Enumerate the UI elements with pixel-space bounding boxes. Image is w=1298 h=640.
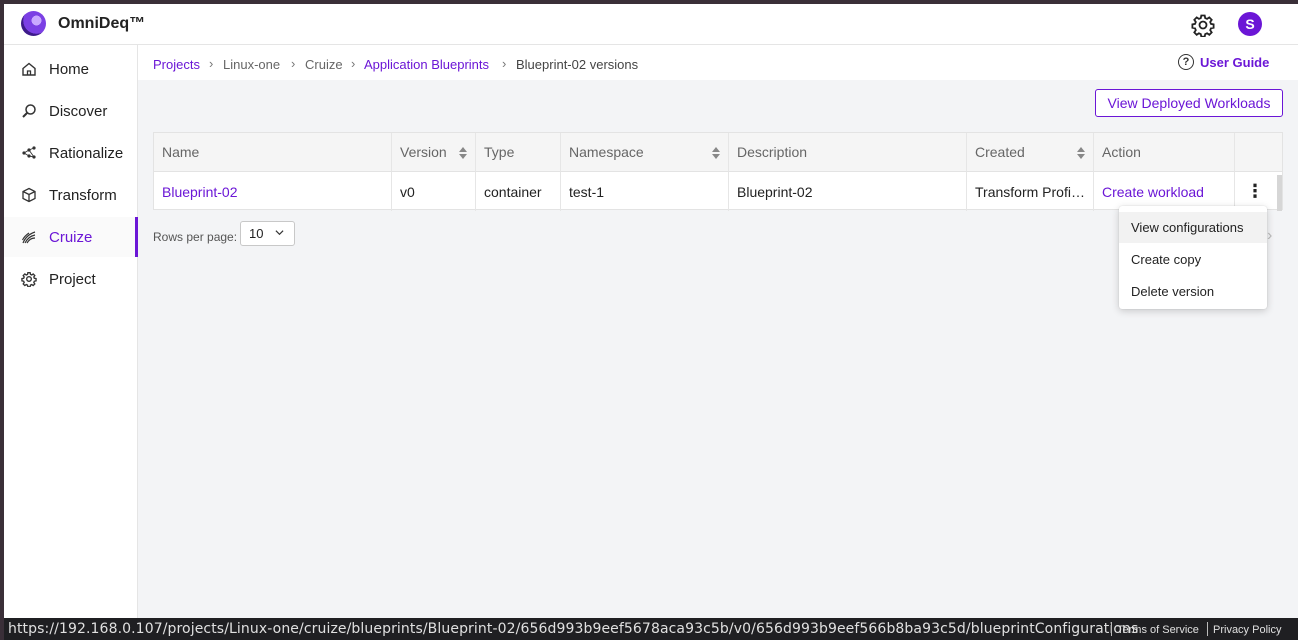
sort-icon[interactable]: [459, 147, 467, 159]
help-icon: ?: [1178, 54, 1194, 70]
rows-per-page-label: Rows per page:: [153, 230, 238, 244]
breadcrumb-current: Blueprint-02 versions: [516, 57, 639, 72]
divider: [1207, 622, 1208, 636]
header-label: Namespace: [569, 144, 644, 160]
column-header-menu: [1235, 133, 1282, 172]
sidebar-item-label: Rationalize: [49, 144, 124, 162]
next-page-icon[interactable]: ›: [1267, 227, 1272, 245]
table-scrollbar[interactable]: [1277, 175, 1282, 211]
link-url-preview: https://192.168.0.107/projects/Linux-one…: [8, 621, 1139, 637]
privacy-policy-link[interactable]: Privacy Policy: [1213, 624, 1281, 636]
sidebar-item-label: Cruize: [49, 228, 93, 246]
user-guide-label: User Guide: [1200, 54, 1270, 70]
sidebar: Home Discover Rationalize Transform Crui…: [4, 45, 138, 640]
chevron-right-icon: ›: [209, 56, 214, 71]
chevron-right-icon: ›: [351, 56, 356, 71]
home-icon: [22, 62, 36, 76]
app-window: OmniDeq™ S Home Discover Rationalize Tra…: [4, 4, 1298, 640]
menu-item-delete-version[interactable]: Delete version: [1119, 276, 1267, 307]
breadcrumb: Projects › Linux-one › Cruize › Applicat…: [138, 45, 1298, 80]
chevron-right-icon: ›: [291, 56, 296, 71]
discover-icon: [22, 104, 36, 118]
cruize-icon: [21, 231, 36, 244]
column-header-version[interactable]: Version: [392, 133, 476, 172]
chevron-down-icon: [275, 230, 284, 236]
divider: [1111, 622, 1112, 636]
rows-per-page-value: 10: [249, 226, 264, 241]
sidebar-item-label: Discover: [49, 102, 108, 120]
rationalize-icon: [22, 146, 36, 159]
column-header-name[interactable]: Name: [154, 133, 392, 172]
column-header-action: Action: [1094, 133, 1235, 172]
menu-item-create-copy[interactable]: Create copy: [1119, 244, 1267, 275]
cell-description: Blueprint-02: [729, 172, 967, 211]
settings-gear-icon[interactable]: [1191, 13, 1215, 37]
user-guide-link[interactable]: ? User Guide: [1178, 54, 1269, 70]
sidebar-item-cruize[interactable]: Cruize: [4, 217, 138, 257]
user-avatar[interactable]: S: [1238, 12, 1262, 36]
sidebar-item-label: Home: [49, 60, 90, 78]
versions-table: Name Version Type Namespace Description …: [153, 132, 1283, 211]
header-label: Action: [1102, 144, 1141, 160]
cell-type: container: [476, 172, 561, 211]
cell-created: Transform Profi…: [967, 172, 1094, 211]
rows-per-page-select[interactable]: 10: [240, 221, 295, 246]
cube-icon: [22, 187, 36, 203]
breadcrumb-projects[interactable]: Projects: [153, 57, 200, 72]
column-header-description[interactable]: Description: [729, 133, 967, 172]
chevron-right-icon: ›: [502, 56, 507, 71]
sidebar-item-project[interactable]: Project: [4, 259, 138, 299]
breadcrumb-cruize[interactable]: Cruize: [305, 57, 343, 72]
column-header-namespace[interactable]: Namespace: [561, 133, 729, 172]
gear-icon: [21, 272, 37, 287]
view-deployed-workloads-button[interactable]: View Deployed Workloads: [1095, 89, 1283, 117]
sidebar-item-home[interactable]: Home: [4, 49, 138, 89]
terms-of-service-link[interactable]: Terms of Service: [1117, 624, 1199, 636]
cell-namespace: test-1: [561, 172, 729, 211]
sort-icon[interactable]: [712, 147, 720, 159]
sidebar-item-transform[interactable]: Transform: [4, 175, 138, 215]
sidebar-item-label: Transform: [49, 186, 117, 204]
menu-item-view-configurations[interactable]: View configurations: [1119, 212, 1267, 243]
breadcrumb-application-blueprints[interactable]: Application Blueprints: [364, 57, 489, 72]
status-bar: https://192.168.0.107/projects/Linux-one…: [4, 618, 1298, 640]
breadcrumb-linux-one[interactable]: Linux-one: [223, 57, 280, 72]
top-app-bar: OmniDeq™ S: [4, 4, 1298, 45]
row-context-menu: View configurations Create copy Delete v…: [1119, 206, 1267, 309]
header-label: Version: [400, 144, 447, 160]
header-label: Description: [737, 144, 808, 160]
omnideq-logo[interactable]: [21, 11, 46, 36]
sidebar-item-label: Project: [49, 270, 96, 288]
brand-name: OmniDeq™: [58, 15, 146, 32]
sort-icon[interactable]: [1077, 147, 1085, 159]
header-label: Name: [162, 144, 200, 160]
cell-version: v0: [392, 172, 476, 211]
header-label: Created: [975, 144, 1025, 160]
sidebar-item-discover[interactable]: Discover: [4, 91, 138, 131]
column-header-type[interactable]: Type: [476, 133, 561, 172]
header-label: Type: [484, 144, 515, 160]
column-header-created[interactable]: Created: [967, 133, 1094, 172]
cell-name[interactable]: Blueprint-02: [154, 172, 392, 211]
sidebar-item-rationalize[interactable]: Rationalize: [4, 133, 138, 173]
